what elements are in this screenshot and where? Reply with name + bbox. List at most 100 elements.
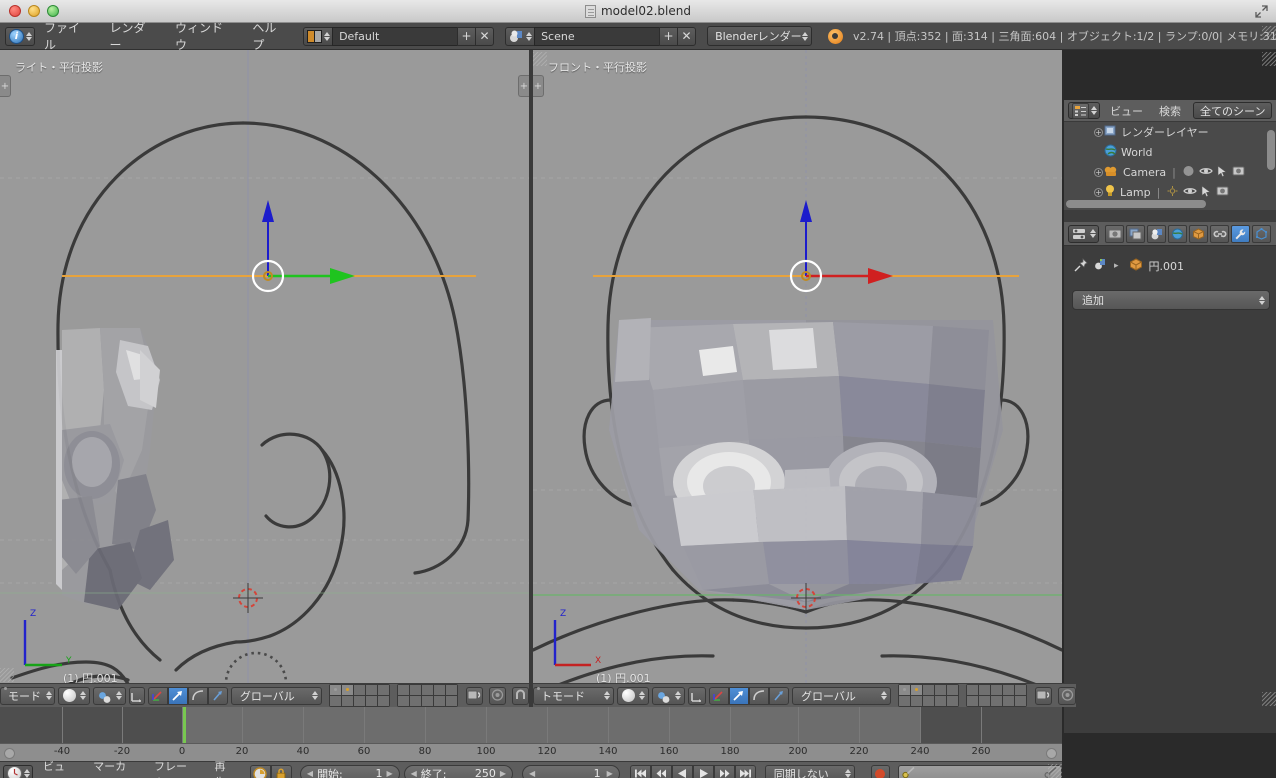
layer-18[interactable]	[421, 696, 433, 706]
increment-arrow-icon[interactable]: ▶	[607, 769, 613, 778]
layer-11[interactable]	[329, 696, 341, 706]
right-transform-orientation-selector[interactable]: グローバル	[791, 686, 891, 705]
layer-5[interactable]	[946, 685, 958, 695]
frame-start-field[interactable]: ◀ 開始: 1 ▶	[299, 764, 400, 778]
layer-4[interactable]	[934, 685, 946, 695]
right-transform-mode-button[interactable]	[768, 686, 789, 705]
delete-scene-button[interactable]: ✕	[677, 26, 697, 46]
screen-layout-selector[interactable]	[303, 26, 334, 46]
layer-13[interactable]	[353, 696, 365, 706]
left-proportional-edit-toggle[interactable]	[488, 686, 506, 705]
delete-screen-layout-button[interactable]: ✕	[475, 26, 495, 46]
left-mode-selector[interactable]: モード	[0, 686, 55, 705]
record-icon[interactable]	[870, 764, 891, 778]
properties-tab-world[interactable]	[1168, 224, 1187, 243]
layer-12[interactable]	[341, 696, 353, 706]
outliner-row-camera[interactable]: + Camera |	[1064, 162, 1276, 182]
properties-tab-modifiers[interactable]	[1231, 224, 1250, 243]
area-corner-grip[interactable]	[533, 52, 547, 66]
add-modifier-button[interactable]: 追加	[1072, 290, 1270, 310]
outliner-horizontal-scrollbar[interactable]	[1066, 200, 1206, 208]
layer-18[interactable]	[990, 696, 1002, 706]
properties-tab-render-layers[interactable]	[1126, 224, 1145, 243]
outliner-display-mode-selector[interactable]	[1068, 102, 1100, 119]
properties-tab-constraints[interactable]	[1210, 224, 1229, 243]
layer-2[interactable]	[341, 685, 353, 695]
layer-4[interactable]	[365, 685, 377, 695]
layer-17[interactable]	[978, 696, 990, 706]
layer-9[interactable]	[433, 685, 445, 695]
decrement-arrow-icon[interactable]: ◀	[307, 769, 313, 778]
left-render-preview-toggle[interactable]	[465, 686, 483, 705]
timeline-playhead[interactable]	[183, 707, 186, 743]
layer-19[interactable]	[1002, 696, 1014, 706]
scene-selector-icon-button[interactable]	[505, 26, 536, 46]
expand-icon[interactable]: +	[1094, 128, 1103, 137]
layer-10[interactable]	[445, 685, 457, 695]
right-pivot-selector[interactable]	[652, 686, 686, 705]
timeline-track[interactable]	[0, 707, 1062, 743]
right-scale-manipulator-button[interactable]	[748, 686, 769, 705]
layer-1[interactable]	[329, 685, 341, 695]
layer-6[interactable]	[966, 685, 978, 695]
restrict-view-icon[interactable]	[1199, 166, 1213, 179]
layer-16[interactable]	[966, 696, 978, 706]
layer-14[interactable]	[934, 696, 946, 706]
timeline-menu-view[interactable]: ビュー	[35, 758, 83, 778]
outliner-tree[interactable]: + レンダーレイヤー World + Camera | + Lamp |	[1064, 122, 1276, 210]
right-proportional-edit-toggle[interactable]	[1058, 686, 1077, 705]
layer-2[interactable]	[910, 685, 922, 695]
left-transform-mode-button[interactable]	[207, 686, 228, 705]
timeline-scrollbar-right-handle[interactable]	[1046, 748, 1057, 759]
layer-8[interactable]	[990, 685, 1002, 695]
right-translate-manipulator-button[interactable]	[708, 686, 729, 705]
keying-set-field[interactable]	[898, 764, 1062, 778]
layer-6[interactable]	[397, 685, 409, 695]
area-corner-grip[interactable]	[0, 668, 14, 682]
right-mode-selector[interactable]: トモード	[533, 686, 615, 705]
layer-8[interactable]	[421, 685, 433, 695]
fullscreen-icon[interactable]	[1255, 4, 1268, 18]
right-manipulator-toggle[interactable]	[688, 686, 706, 705]
layer-19[interactable]	[433, 696, 445, 706]
layer-20[interactable]	[1014, 696, 1026, 706]
outliner-menu-view[interactable]: ビュー	[1104, 103, 1149, 119]
layer-11[interactable]	[898, 696, 910, 706]
left-translate-manipulator-button[interactable]	[147, 686, 168, 705]
screen-layout-name-input[interactable]: Default	[332, 26, 459, 46]
timeline-editor-type-selector[interactable]	[3, 764, 33, 778]
left-layer-grid[interactable]	[328, 684, 390, 707]
autokey-record-button[interactable]	[249, 764, 271, 778]
decrement-arrow-icon[interactable]: ◀	[411, 769, 417, 778]
restrict-view-icon[interactable]	[1183, 186, 1198, 199]
left-layer-grid-2[interactable]	[396, 684, 458, 707]
front-viewport[interactable]: Z X フロント・平行投影 (1) 円.001 +	[533, 50, 1062, 683]
right-render-preview-toggle[interactable]	[1034, 686, 1053, 705]
left-scale-manipulator-button[interactable]	[187, 686, 208, 705]
step-forward-icon[interactable]	[713, 764, 735, 778]
add-screen-layout-button[interactable]: +	[457, 26, 477, 46]
toolshelf-expand-button[interactable]: +	[0, 75, 11, 97]
properties-object-name[interactable]: 円.001	[1149, 258, 1185, 274]
layer-12[interactable]	[910, 696, 922, 706]
play-icon[interactable]	[692, 764, 714, 778]
jump-start-icon[interactable]	[629, 764, 651, 778]
timeline-menu-frame[interactable]: フレーム	[146, 758, 205, 778]
left-pivot-selector[interactable]	[92, 686, 126, 705]
play-reverse-icon[interactable]	[671, 764, 693, 778]
layer-15[interactable]	[946, 696, 958, 706]
layer-3[interactable]	[922, 685, 934, 695]
layer-9[interactable]	[1002, 685, 1014, 695]
area-corner-grip[interactable]	[1048, 764, 1062, 778]
step-back-icon[interactable]	[650, 764, 672, 778]
restrict-select-icon[interactable]	[1217, 164, 1228, 180]
layer-7[interactable]	[978, 685, 990, 695]
left-viewport[interactable]: Z Y ライト・平行投影 (1) 円.001 + +	[0, 50, 529, 683]
restrict-render-icon[interactable]	[1232, 165, 1245, 179]
right-shading-selector[interactable]	[617, 686, 650, 705]
layer-1[interactable]	[898, 685, 910, 695]
add-scene-button[interactable]: +	[659, 26, 679, 46]
frame-end-field[interactable]: ◀ 終了: 250 ▶	[403, 764, 514, 778]
restrict-select-icon[interactable]	[1201, 184, 1212, 200]
layer-7[interactable]	[409, 685, 421, 695]
